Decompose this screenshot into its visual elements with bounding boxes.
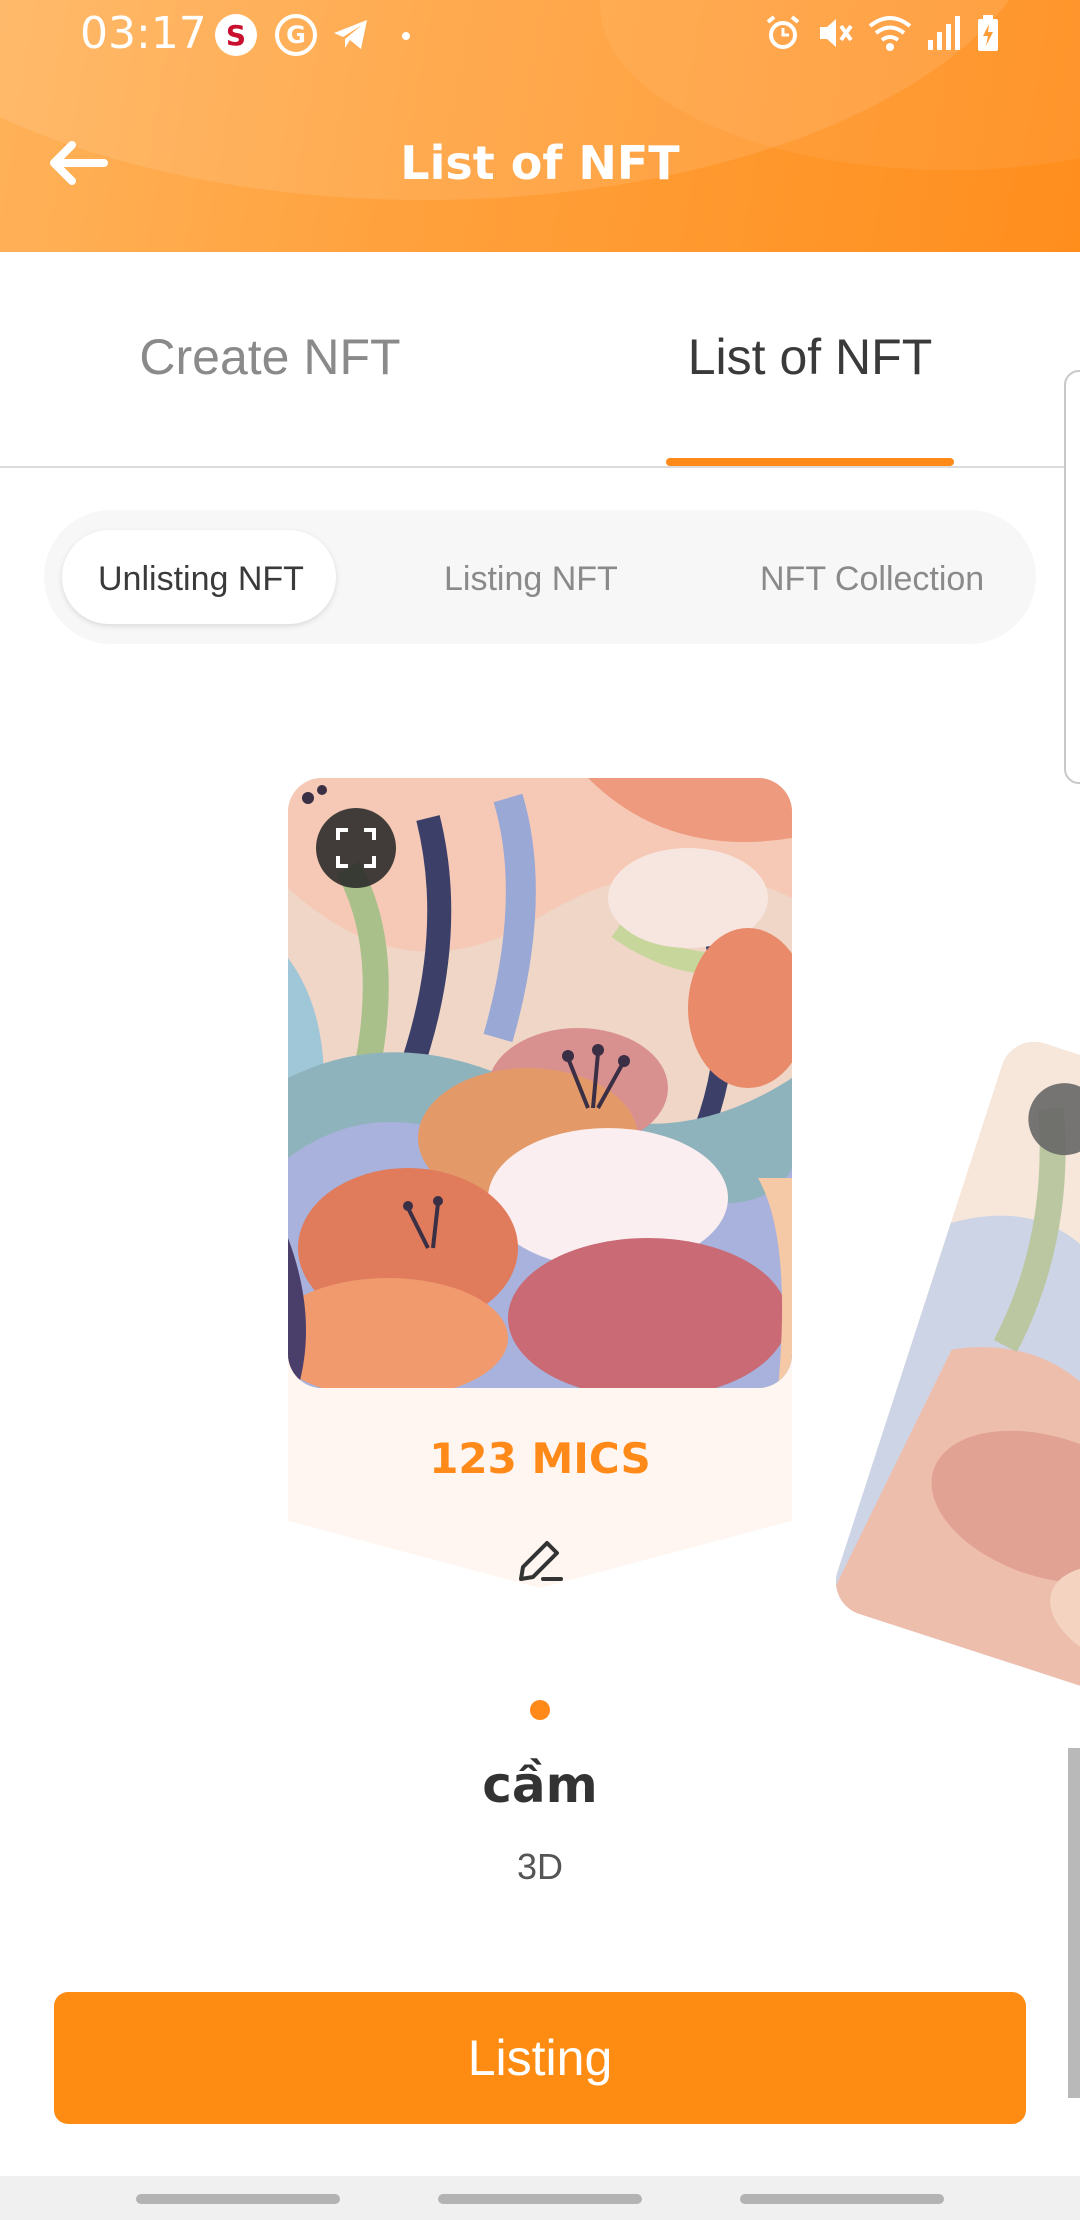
active-tab-indicator [666, 458, 954, 466]
next-nft-card[interactable] [827, 1032, 1080, 1728]
app-header: 03:17 S G List of NFT [0, 0, 1080, 252]
system-gesture-bar [0, 2176, 1080, 2220]
nft-card[interactable]: 123 MICS [288, 778, 792, 1618]
app-screen: 03:17 S G List of NFT Create NFT List of… [0, 0, 1080, 2220]
tab-create-nft[interactable]: Create NFT [0, 328, 540, 386]
edge-panel-handle[interactable] [1064, 370, 1080, 784]
tab-list-of-nft[interactable]: List of NFT [540, 328, 1080, 386]
edit-button[interactable] [510, 1530, 570, 1590]
page-title: List of NFT [400, 136, 680, 190]
nft-type: 3D [516, 1846, 564, 1887]
segment-listing-nft[interactable]: Listing NFT [444, 560, 618, 599]
listing-button[interactable]: Listing [54, 1992, 1026, 2124]
segment-nft-collection[interactable]: NFT Collection [760, 560, 984, 599]
carousel-page-indicator [530, 1700, 550, 1720]
pencil-icon [519, 1541, 563, 1581]
nft-image[interactable] [288, 778, 792, 1388]
status-time: 03:17 [80, 8, 207, 59]
status-icons [764, 14, 1000, 52]
mute-icon [816, 14, 854, 52]
telegram-icon [330, 14, 372, 56]
nft-price: 123 MICS [429, 1434, 651, 1483]
signal-icon [926, 14, 962, 52]
expand-button[interactable] [316, 808, 396, 888]
wifi-icon [868, 14, 912, 52]
alarm-icon [764, 14, 802, 52]
battery-charging-icon [976, 14, 1000, 52]
s-app-icon: S [215, 14, 257, 56]
status-bar: 03:17 S G [0, 0, 1080, 72]
segment-unlisting-nft[interactable]: Unlisting NFT [98, 560, 304, 599]
nft-filter-segment: Unlisting NFT Listing NFT NFT Collection [44, 510, 1036, 644]
top-tab-bar: Create NFT List of NFT [0, 252, 1080, 468]
nft-name: cầm [482, 1756, 598, 1814]
g-app-icon: G [275, 14, 317, 56]
notification-dot-icon [402, 32, 410, 40]
gesture-handle[interactable] [136, 2194, 340, 2204]
gesture-handle[interactable] [740, 2194, 944, 2204]
gesture-handle[interactable] [438, 2194, 642, 2204]
fullscreen-icon [336, 828, 376, 868]
